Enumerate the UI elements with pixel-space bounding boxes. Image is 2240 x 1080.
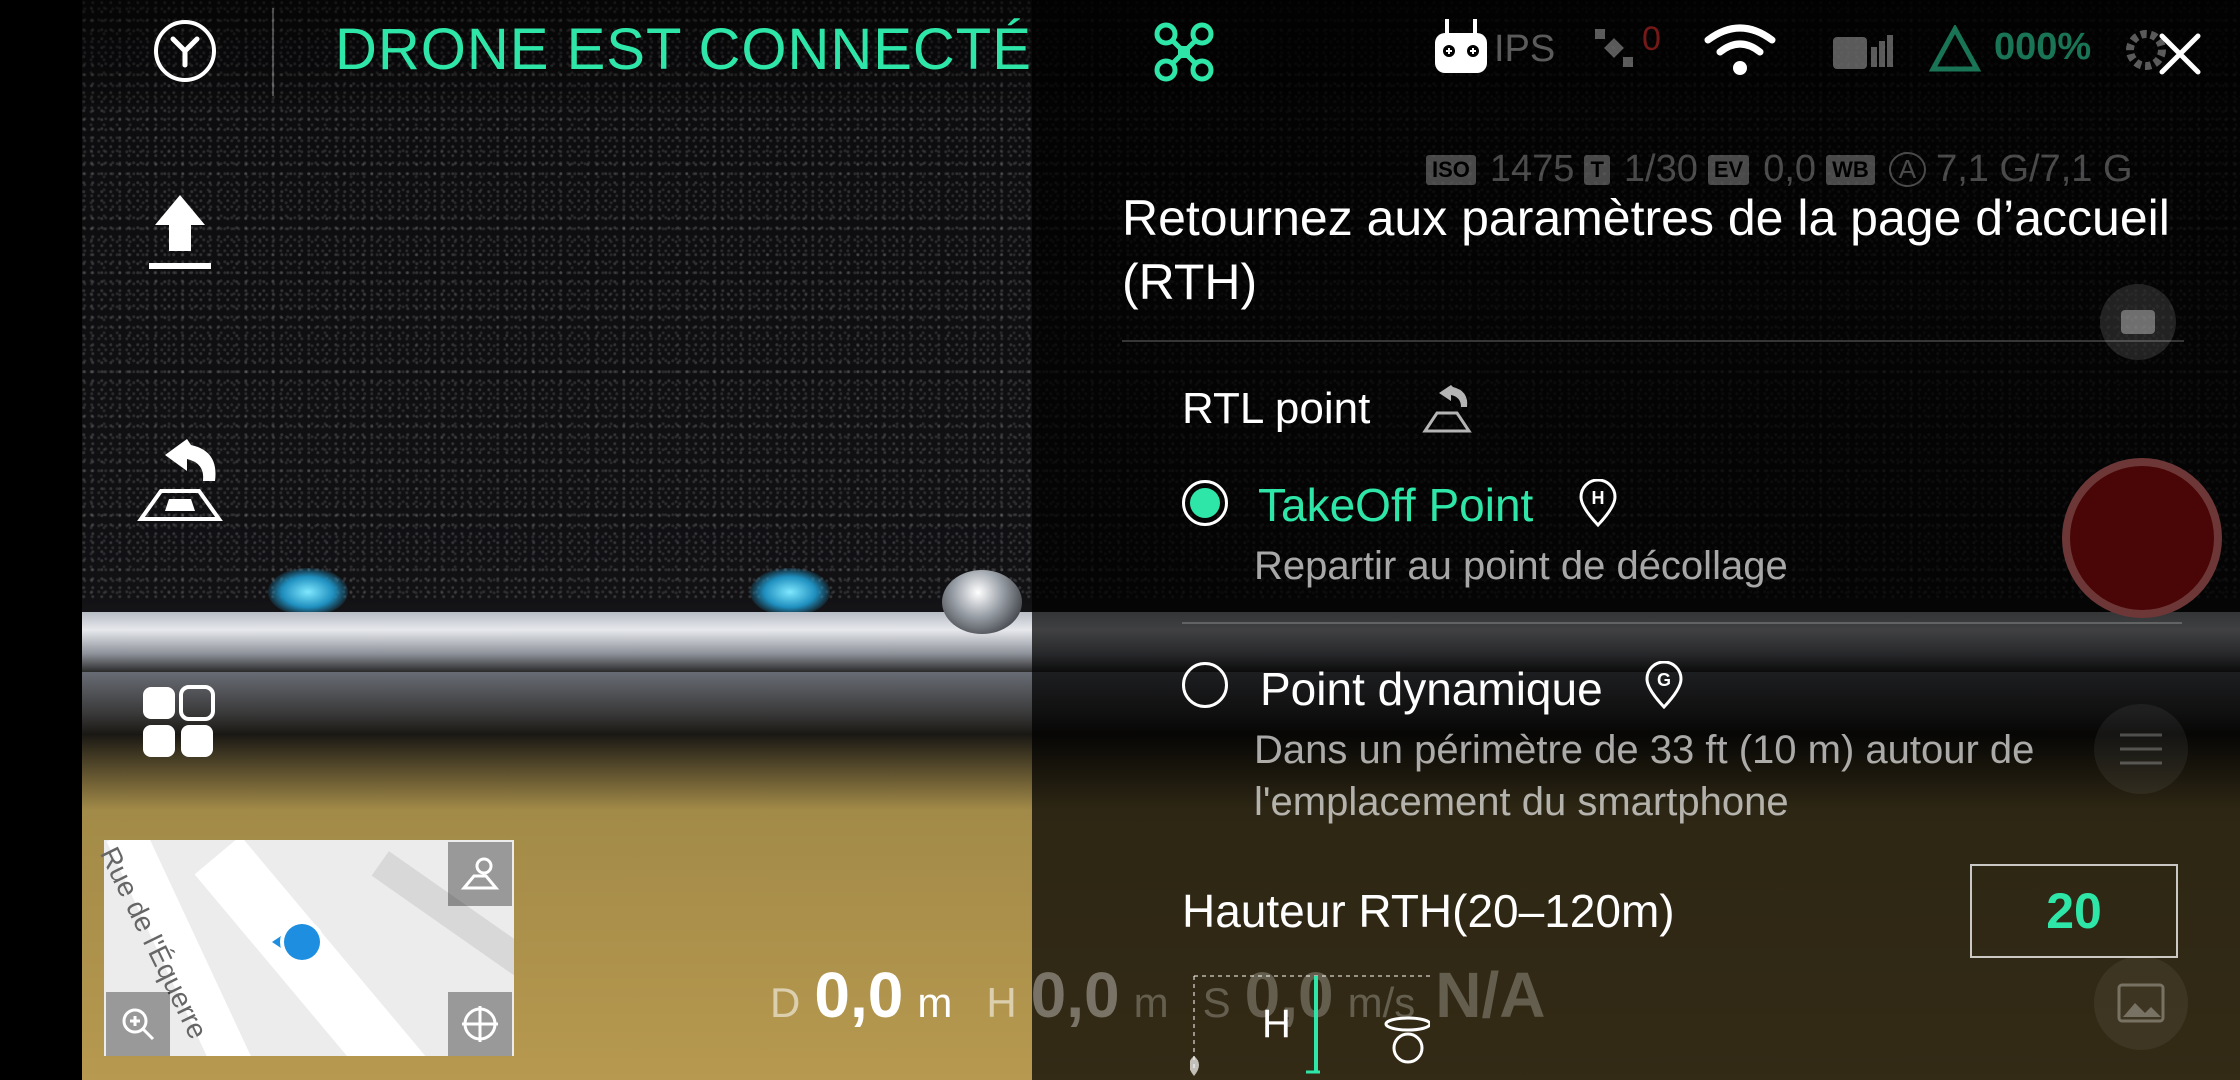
height-telemetry-value: 0,0 <box>1030 959 1120 1031</box>
takeoff-point-description: Repartir au point de décollage <box>1254 544 1788 588</box>
iso-tag: ISO <box>1426 154 1476 185</box>
title-divider <box>1122 340 2184 342</box>
distance-value: 0,0 <box>814 959 904 1031</box>
map-layers-icon[interactable] <box>448 842 512 906</box>
wb-tag: WB <box>1826 154 1875 185</box>
feed-led-right <box>750 568 830 616</box>
satellite-icon <box>1590 24 1638 72</box>
gps-pin-icon: G <box>1642 660 1686 710</box>
gallery-icon[interactable] <box>2094 956 2188 1050</box>
close-icon[interactable] <box>2152 26 2208 82</box>
satellite-count: 0 <box>1642 20 1661 58</box>
ev-value: 0,0 <box>1763 148 1817 190</box>
takeoff-icon[interactable] <box>144 190 216 276</box>
topbar-divider <box>272 8 274 96</box>
svg-text:G: G <box>1657 670 1671 690</box>
option-divider <box>1182 622 2182 624</box>
return-home-icon[interactable] <box>130 432 230 524</box>
takeoff-point-label[interactable]: TakeOff Point <box>1258 478 1533 532</box>
feed-sphere <box>942 570 1022 634</box>
panel-title: Retournez aux paramètres de la page d’ac… <box>1122 190 2170 310</box>
height-telemetry-label: H <box>986 979 1017 1026</box>
gps-label: IPS <box>1494 28 1556 70</box>
rth-altitude-diagram: H <box>1189 972 1432 1080</box>
remote-controller-icon[interactable] <box>1432 16 1490 78</box>
smart-modes-icon[interactable] <box>140 684 216 760</box>
ev-tag: EV <box>1707 154 1750 185</box>
wifi-icon[interactable] <box>1700 20 1780 80</box>
zoom-icon[interactable] <box>106 992 170 1056</box>
feed-led-left <box>268 568 348 616</box>
location-marker-icon <box>262 914 342 974</box>
auto-tag: A <box>1888 152 1927 187</box>
takeoff-point-radio[interactable] <box>1182 480 1228 526</box>
iso-value: 1475 <box>1489 148 1575 190</box>
dynamic-point-radio[interactable] <box>1182 662 1228 708</box>
rth-height-label: Hauteur RTH(20–120m) <box>1182 885 1675 937</box>
camera-params: ISO 1475 T 1/30 EV 0,0 WB A 7,1 G/7,1 G <box>1426 148 2133 191</box>
drone-icon[interactable] <box>1150 18 1218 86</box>
shutter-value: 1/30 <box>1623 148 1698 190</box>
telemetry-na: N/A <box>1435 959 1546 1031</box>
rtl-point-label: RTL point <box>1182 384 1371 433</box>
home-pin-icon: H <box>1576 478 1620 528</box>
record-icon[interactable] <box>2062 458 2222 618</box>
distance-label: D <box>770 979 801 1026</box>
home-icon[interactable] <box>154 20 216 82</box>
storage-value: 7,1 G/7,1 G <box>1936 148 2133 190</box>
diagram-home-label: H <box>1262 1002 1291 1046</box>
dynamic-point-description: Dans un périmètre de 33 ft (10 m) autour… <box>1254 728 2035 824</box>
svg-text:H: H <box>1592 488 1605 508</box>
signal-icon <box>1928 24 1982 74</box>
rc-battery-icon <box>1830 26 1894 74</box>
rth-height-input[interactable]: 20 <box>1970 864 2178 958</box>
rth-panel: Retournez aux paramètres de la page d’ac… <box>1122 186 2184 314</box>
compass-icon[interactable] <box>448 992 512 1056</box>
return-home-icon <box>1420 380 1474 434</box>
height-telemetry-unit: m <box>1133 979 1169 1026</box>
connection-status: DRONE EST CONNECTÉ <box>335 17 1032 82</box>
dynamic-point-label[interactable]: Point dynamique <box>1260 662 1603 716</box>
distance-unit: m <box>917 979 953 1026</box>
shutter-tag: T <box>1584 154 1610 185</box>
signal-value: 000% <box>1994 26 2092 68</box>
